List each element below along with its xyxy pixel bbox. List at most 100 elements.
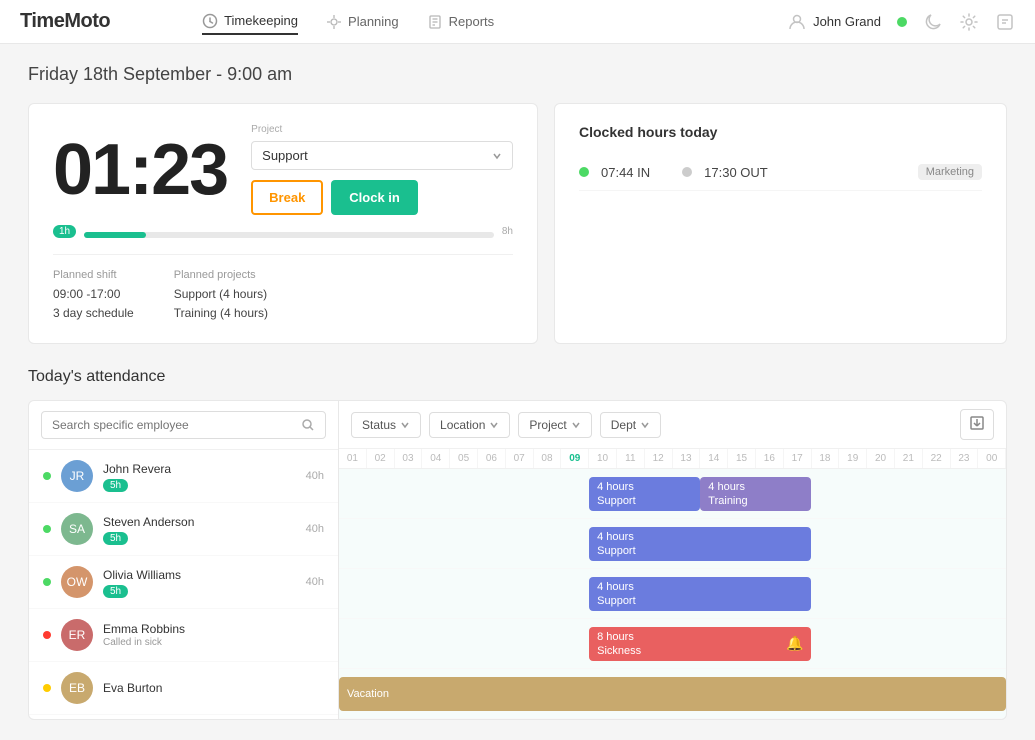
emp-avatar: OW [61,566,93,598]
gear-icon[interactable] [959,12,979,32]
export-button[interactable] [960,409,994,440]
emp-status-dot [43,472,51,480]
shift-col-planned: Planned shift 09:00 -17:00 3 day schedul… [53,269,134,323]
nav-reports[interactable]: Reports [427,9,495,35]
project-select[interactable]: Support [251,141,513,170]
clocked-title: Clocked hours today [579,124,982,140]
hour-cell: 02 [367,449,395,468]
planned-projects-label: Planned projects [174,269,268,281]
emp-avatar: SA [61,513,93,545]
chevron-down-icon [492,151,502,161]
filter-project[interactable]: Project [518,412,591,438]
search-row [29,401,338,450]
progress-label-start: 1h [53,225,76,238]
clocked-entry-1: 07:44 IN 17:30 OUT Marketing [579,154,982,191]
gantt-row: 4 hoursSupport [339,519,1006,569]
moon-icon[interactable] [923,12,943,32]
username: John Grand [813,14,881,29]
clockin-button[interactable]: Clock in [331,180,418,215]
nav-reports-label: Reports [449,14,495,29]
attendance-title: Today's attendance [28,368,1007,386]
export-icon [969,415,985,431]
gantt-bar: 4 hoursSupport [589,477,700,511]
gantt-row: 4 hoursSupport 4 hoursTraining [339,469,1006,519]
nav-timekeeping-label: Timekeeping [224,13,298,28]
bar-label: 4 hoursTraining [708,480,747,509]
logo: TimeMoto [20,10,110,33]
hour-cell: 16 [756,449,784,468]
nav-planning-label: Planning [348,14,399,29]
sickness-icon: 🔔 [786,635,803,652]
project-value: Support [262,148,308,163]
gantt-bar: 4 hoursSupport [589,577,811,611]
nav-right: John Grand [787,12,1015,32]
bar-label: 8 hoursSickness [597,630,641,659]
planned-project-2: Training (4 hours) [174,304,268,323]
hour-cell: 15 [728,449,756,468]
break-button[interactable]: Break [251,180,323,215]
hour-cell: 22 [923,449,951,468]
hour-cell: 06 [478,449,506,468]
employee-row[interactable]: ER Emma Robbins Called in sick [29,609,338,662]
person-icon[interactable] [995,12,1015,32]
clock-in-time: 07:44 IN [601,165,650,180]
progress-bar [84,232,494,238]
hour-cell: 13 [673,449,701,468]
emp-status-dot [43,578,51,586]
bar-label: 4 hoursSupport [597,530,636,559]
emp-avatar: JR [61,460,93,492]
employee-row[interactable]: OW Olivia Williams 5h 40h [29,556,338,609]
vacation-bar: Vacation [339,677,1006,711]
filter-status[interactable]: Status [351,412,421,438]
planned-shift-label: Planned shift [53,269,134,281]
online-status-dot [897,17,907,27]
project-label: Project [251,124,513,135]
gantt-row: 4 hoursSupport [339,569,1006,619]
hour-cell: 09 [561,449,589,468]
emp-name: Steven Anderson [103,515,296,529]
hour-cell: 07 [506,449,534,468]
nav-planning[interactable]: Planning [326,9,399,35]
gantt-rows: 4 hoursSupport4 hoursTraining4 hoursSupp… [339,469,1006,719]
shift-col-projects: Planned projects Support (4 hours) Train… [174,269,268,323]
progress-fill [84,232,145,238]
emp-name: Eva Burton [103,681,324,695]
emp-status-dot [43,684,51,692]
clock-out-dot [682,167,692,177]
page-date: Friday 18th September - 9:00 am [28,64,1007,85]
filter-row: Status Location Project Dept [339,401,1006,449]
gantt-row: 8 hoursSickness 🔔 [339,619,1006,669]
nav-timekeeping[interactable]: Timekeeping [202,9,298,35]
bar-label: 4 hoursSupport [597,580,636,609]
hour-cell: 01 [339,449,367,468]
emp-name: Emma Robbins [103,622,324,636]
filter-location[interactable]: Location [429,412,510,438]
emp-name: John Revera [103,462,296,476]
emp-info: John Revera 5h [103,462,296,491]
employee-row[interactable]: SA Steven Anderson 5h 40h [29,503,338,556]
search-box[interactable] [41,411,326,439]
hour-cell: 04 [422,449,450,468]
hour-cell: 20 [867,449,895,468]
gantt-row-inner: 4 hoursSupport 4 hoursTraining [339,469,1006,518]
gantt-bar: 4 hoursSupport [589,527,811,561]
timeline-header: 0102030405060708091011121314151617181920… [339,449,1006,469]
hour-cell: 14 [700,449,728,468]
hour-cell: 10 [589,449,617,468]
clock-card: 01:23 Project Support Break Clock in 1h [28,103,538,344]
hour-cell: 17 [784,449,812,468]
gantt-row-inner: 8 hoursSickness 🔔 [339,619,1006,668]
search-input[interactable] [52,418,295,432]
progress-container: 1h 8h [53,225,513,238]
emp-avatar: ER [61,619,93,651]
clock-row: 01:23 Project Support Break Clock in [53,124,513,215]
clocked-badge: Marketing [918,164,982,180]
employee-row[interactable]: JR John Revera 5h 40h [29,450,338,503]
filter-dept[interactable]: Dept [600,412,661,438]
hour-cell: 23 [951,449,979,468]
hour-cell: 11 [617,449,645,468]
hour-cell: 21 [895,449,923,468]
employee-row[interactable]: EB Eva Burton [29,662,338,715]
btn-row: Break Clock in [251,180,513,215]
gantt-bar: 4 hoursTraining [700,477,811,511]
